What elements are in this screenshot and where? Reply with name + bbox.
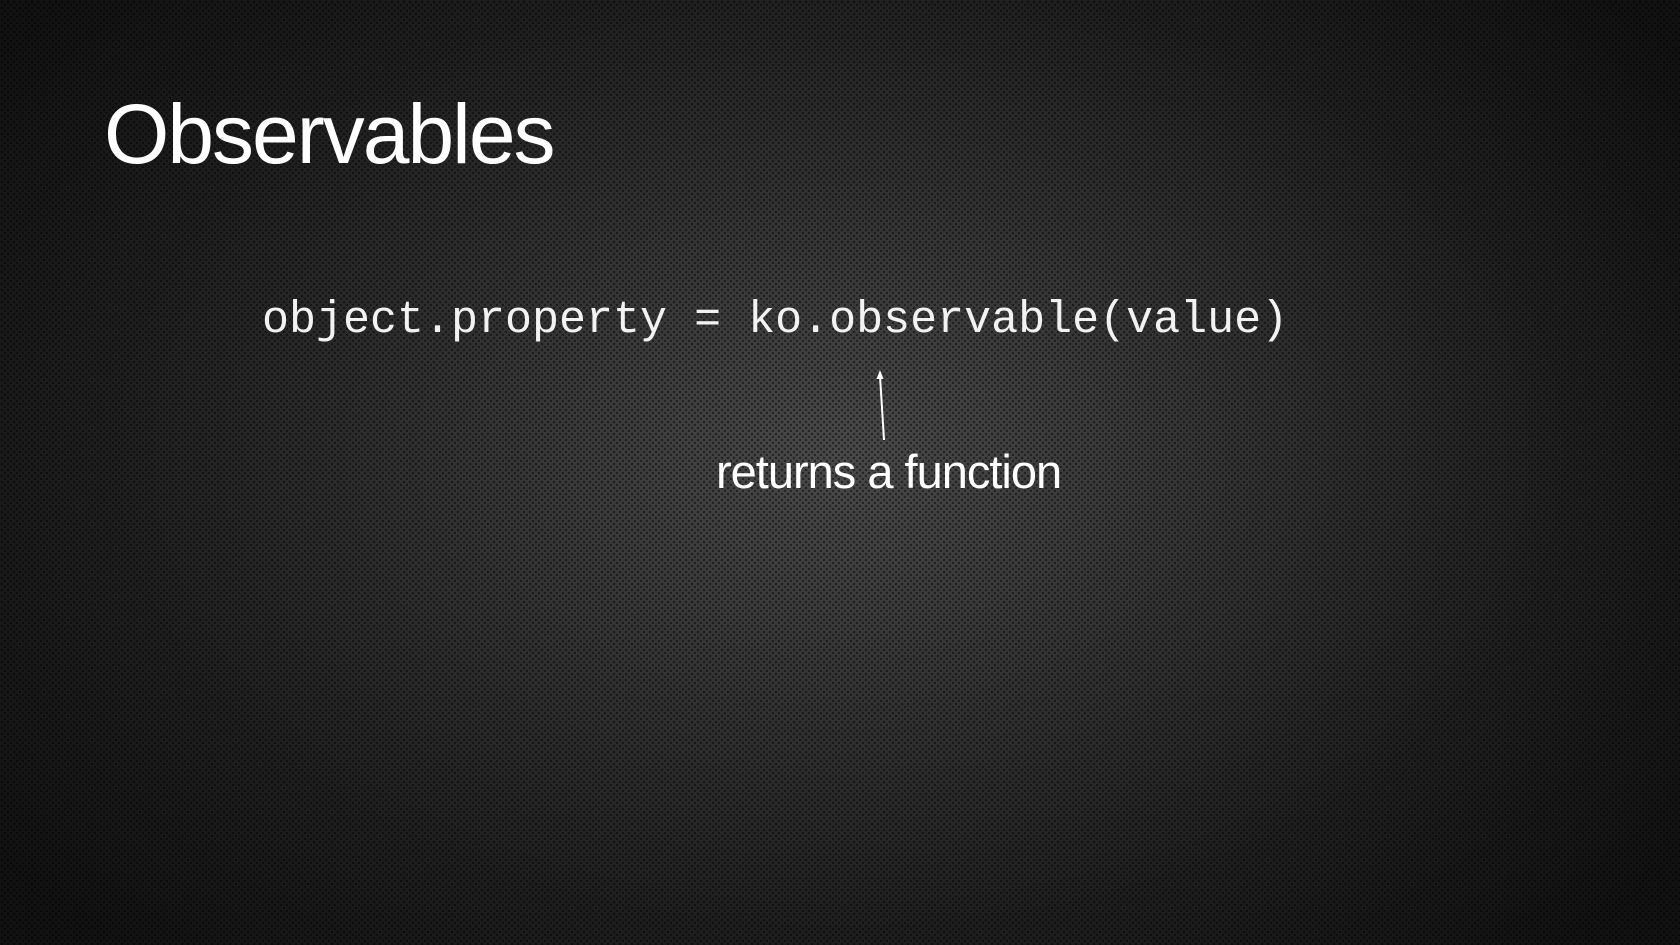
arrow-up-icon <box>876 370 885 441</box>
code-snippet: object.property = ko.observable(value) <box>262 295 1289 346</box>
slide-title: Observables <box>104 87 556 181</box>
annotation-label: returns a function <box>716 445 1062 498</box>
slide: Observables object.property = ko.observa… <box>0 0 1680 945</box>
